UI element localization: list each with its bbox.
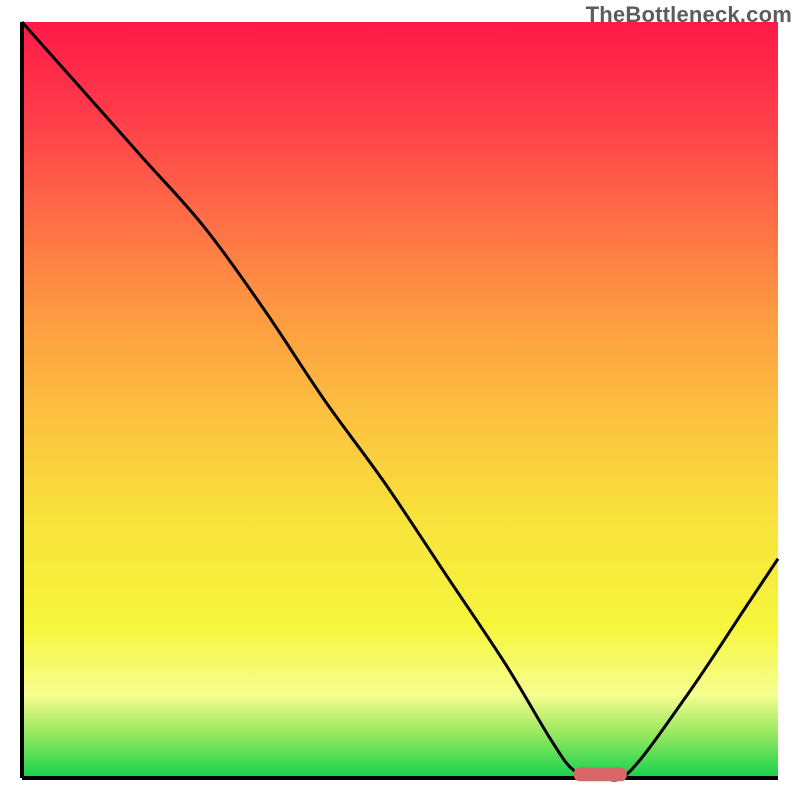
watermark-text: TheBottleneck.com [586, 2, 792, 28]
chart-container: TheBottleneck.com [0, 0, 800, 800]
chart-svg [0, 0, 800, 800]
bottleneck-curve [22, 22, 778, 780]
optimal-range-marker [574, 767, 627, 781]
